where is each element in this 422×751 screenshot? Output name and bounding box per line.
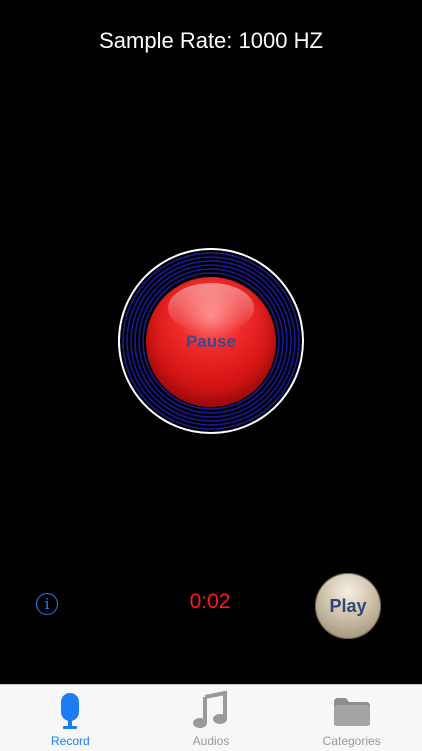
pause-button-label: Pause <box>185 332 237 351</box>
folder-icon <box>332 689 372 733</box>
tab-audios-label: Audios <box>192 734 230 748</box>
tab-bar: Record Audios Categories <box>0 684 422 751</box>
tab-categories[interactable]: Categories <box>281 685 422 751</box>
tab-categories-label: Categories <box>322 734 381 748</box>
music-note-icon <box>191 689 231 733</box>
info-icon[interactable]: i <box>36 593 58 615</box>
recording-timer: 0:02 <box>189 590 231 613</box>
sample-rate-label: Sample Rate: 1000 HZ <box>99 28 323 53</box>
tab-record[interactable]: Record <box>0 685 141 751</box>
tab-record-label: Record <box>50 734 90 748</box>
pause-button[interactable]: Pause <box>146 277 276 407</box>
tab-audios[interactable]: Audios <box>141 685 282 751</box>
play-button[interactable]: Play <box>315 573 381 639</box>
microphone-icon <box>58 689 82 733</box>
play-button-label: Play <box>329 595 367 616</box>
